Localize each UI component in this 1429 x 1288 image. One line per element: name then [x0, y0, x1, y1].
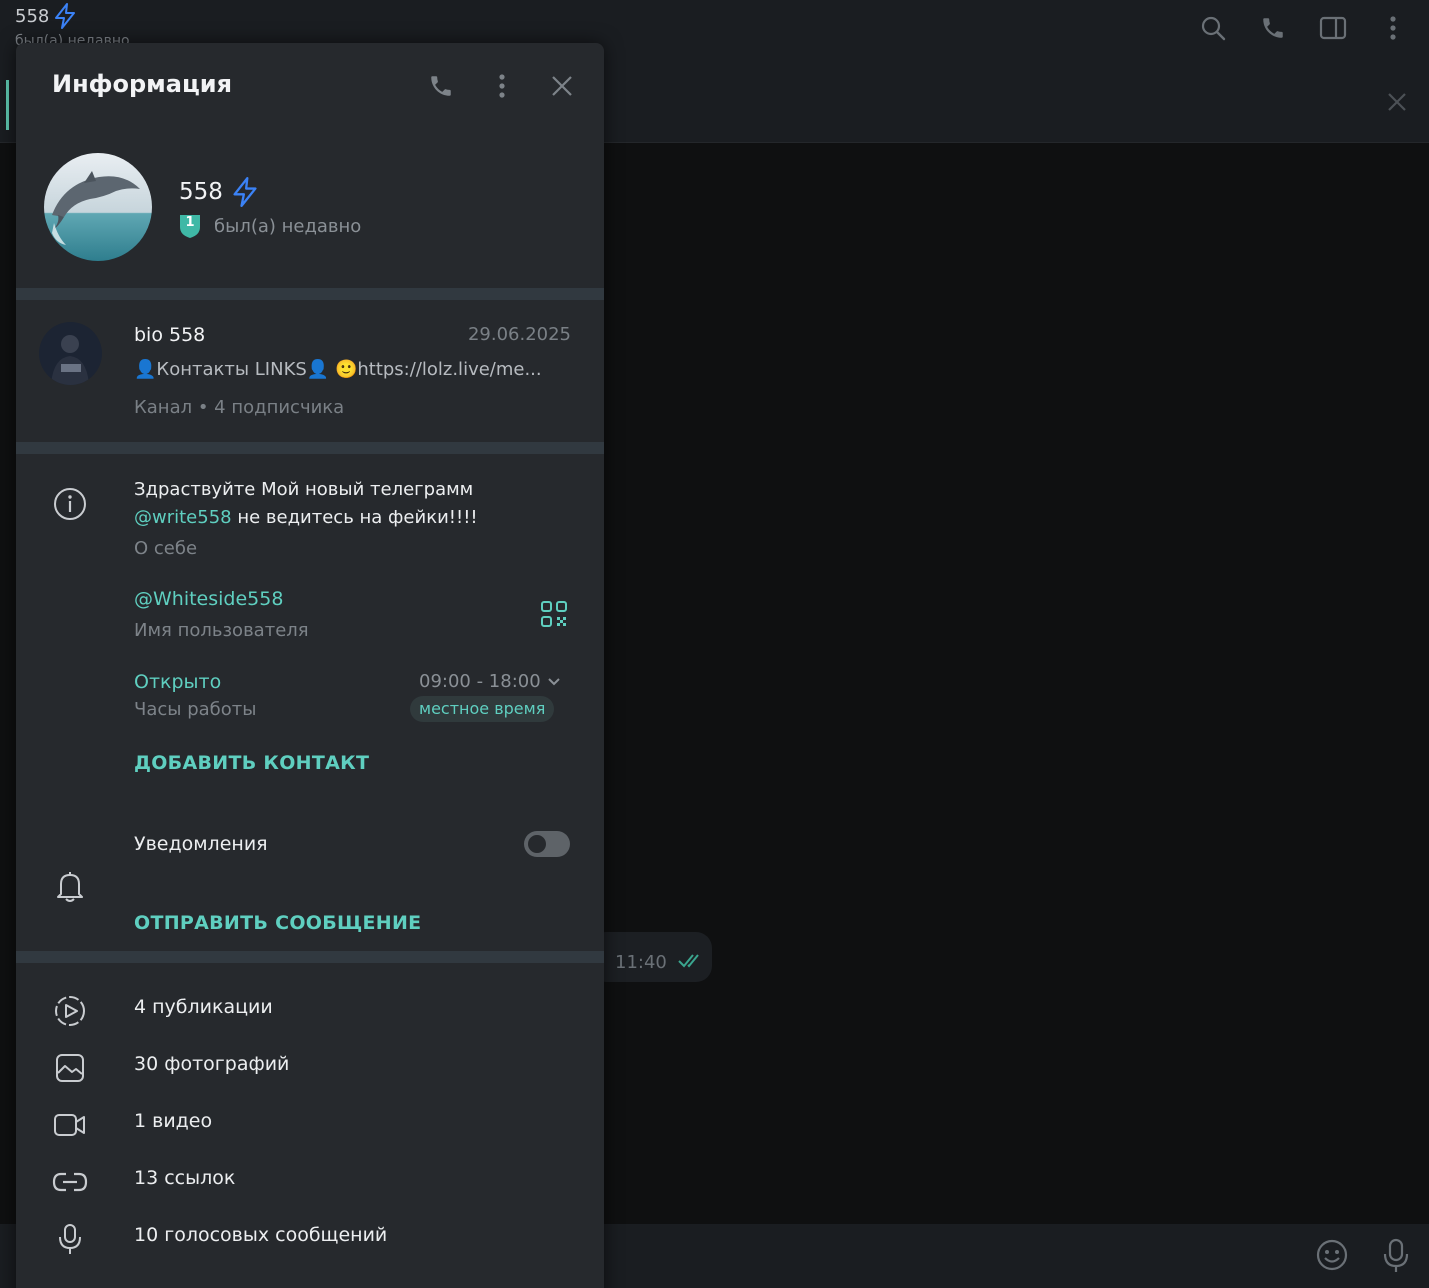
photo-icon [50, 1050, 90, 1086]
call-icon[interactable] [426, 71, 456, 101]
more-options-icon[interactable] [487, 71, 517, 101]
shield-badge-icon: 1 [178, 213, 202, 239]
media-item-links[interactable]: 13 ссылок [16, 1152, 604, 1209]
chat-title[interactable]: 558 [15, 3, 77, 29]
channel-name: bio 558 [134, 324, 206, 346]
channel-description: 👤Контакты LINKS👤 🙂https://lolz.live/me..… [134, 359, 542, 380]
username-label: Имя пользователя [134, 620, 309, 641]
section-divider [16, 442, 604, 454]
bio-text-part1: Здраствуйте Мой новый телеграмм [134, 479, 474, 500]
emoji-icon[interactable] [1315, 1238, 1349, 1278]
sidebar-toggle-icon[interactable] [1317, 12, 1349, 44]
hours-dropdown[interactable]: 09:00 - 18:00 [419, 671, 561, 692]
media-item-label: 13 ссылок [134, 1167, 236, 1189]
pinned-message-accent [6, 80, 9, 130]
media-item-voice[interactable]: 10 голосовых сообщений [16, 1209, 604, 1266]
bio-text-part2: не ведитесь на фейки!!!! [231, 507, 478, 528]
profile-name: 558 [179, 177, 259, 207]
bio-text: Здраствуйте Мой новый телеграмм @write55… [134, 476, 554, 532]
microphone-record-icon[interactable] [1381, 1238, 1411, 1278]
link-icon [50, 1164, 90, 1200]
info-panel-title: Информация [52, 70, 232, 98]
shared-media-list: 4 публикации 30 фотографий 1 видео 13 сс… [16, 963, 604, 1288]
close-pinned-icon[interactable] [1387, 92, 1407, 116]
username-link[interactable]: @Whiteside558 [134, 588, 283, 610]
section-divider [16, 951, 604, 963]
profile-status: 1 был(а) недавно [178, 213, 361, 239]
add-contact-button[interactable]: ДОБАВИТЬ КОНТАКТ [134, 752, 369, 774]
profile-name-text: 558 [179, 179, 223, 205]
info-section: Здраствуйте Мой новый телеграмм @write55… [16, 454, 604, 951]
more-icon[interactable] [1377, 12, 1409, 44]
send-message-button[interactable]: ОТПРАВИТЬ СООБЩЕНИЕ [134, 912, 421, 934]
info-icon [50, 484, 90, 524]
channel-meta: Канал • 4 подписчика [134, 397, 345, 418]
media-item-photos[interactable]: 30 фотографий [16, 1038, 604, 1095]
notifications-label: Уведомления [134, 833, 268, 855]
media-item-label: 10 голосовых сообщений [134, 1224, 388, 1246]
personal-channel[interactable]: bio 558 29.06.2025 👤Контакты LINKS👤 🙂htt… [16, 300, 604, 442]
channel-avatar [39, 322, 102, 385]
badge-number: 1 [185, 215, 195, 230]
media-item-label: 4 публикации [134, 996, 273, 1018]
premium-bolt-icon [55, 3, 76, 29]
hours-label: Часы работы [134, 699, 257, 720]
last-seen-text: был(а) недавно [214, 215, 362, 237]
stories-icon [50, 993, 90, 1029]
info-panel-header: Информация [16, 43, 604, 129]
bio-label: О себе [134, 538, 198, 559]
media-item-videos[interactable]: 1 видео [16, 1095, 604, 1152]
hours-status: Открыто [134, 671, 222, 693]
channel-date: 29.06.2025 [467, 324, 571, 345]
bell-icon [50, 867, 90, 907]
premium-bolt-icon [233, 177, 257, 207]
media-item-stories[interactable]: 4 публикации [16, 981, 604, 1038]
profile-section: 558 1 был(а) недавно [16, 143, 604, 288]
notifications-toggle[interactable] [524, 831, 570, 857]
hours-time-text: 09:00 - 18:00 [419, 671, 541, 692]
chevron-down-icon [547, 677, 560, 685]
qr-code-icon[interactable] [540, 600, 568, 632]
video-icon [50, 1107, 90, 1143]
info-panel: Информация 558 1 был(а) недавно bio 558 … [16, 43, 604, 1288]
microphone-icon [50, 1221, 90, 1257]
double-check-icon [678, 952, 706, 974]
chat-title-text: 558 [15, 5, 50, 27]
phone-icon[interactable] [1257, 12, 1289, 44]
bio-mention-link[interactable]: @write558 [134, 507, 232, 528]
message-time: 11:40 [615, 952, 667, 973]
toggle-knob [526, 833, 548, 855]
media-item-label: 1 видео [134, 1110, 213, 1132]
section-divider [16, 288, 604, 300]
search-icon[interactable] [1197, 12, 1229, 44]
media-item-label: 30 фотографий [134, 1053, 290, 1075]
close-icon[interactable] [547, 71, 577, 101]
local-time-badge[interactable]: местное время [410, 696, 555, 722]
profile-avatar[interactable] [44, 153, 152, 261]
message-bubble[interactable]: 11:40 [590, 932, 712, 982]
